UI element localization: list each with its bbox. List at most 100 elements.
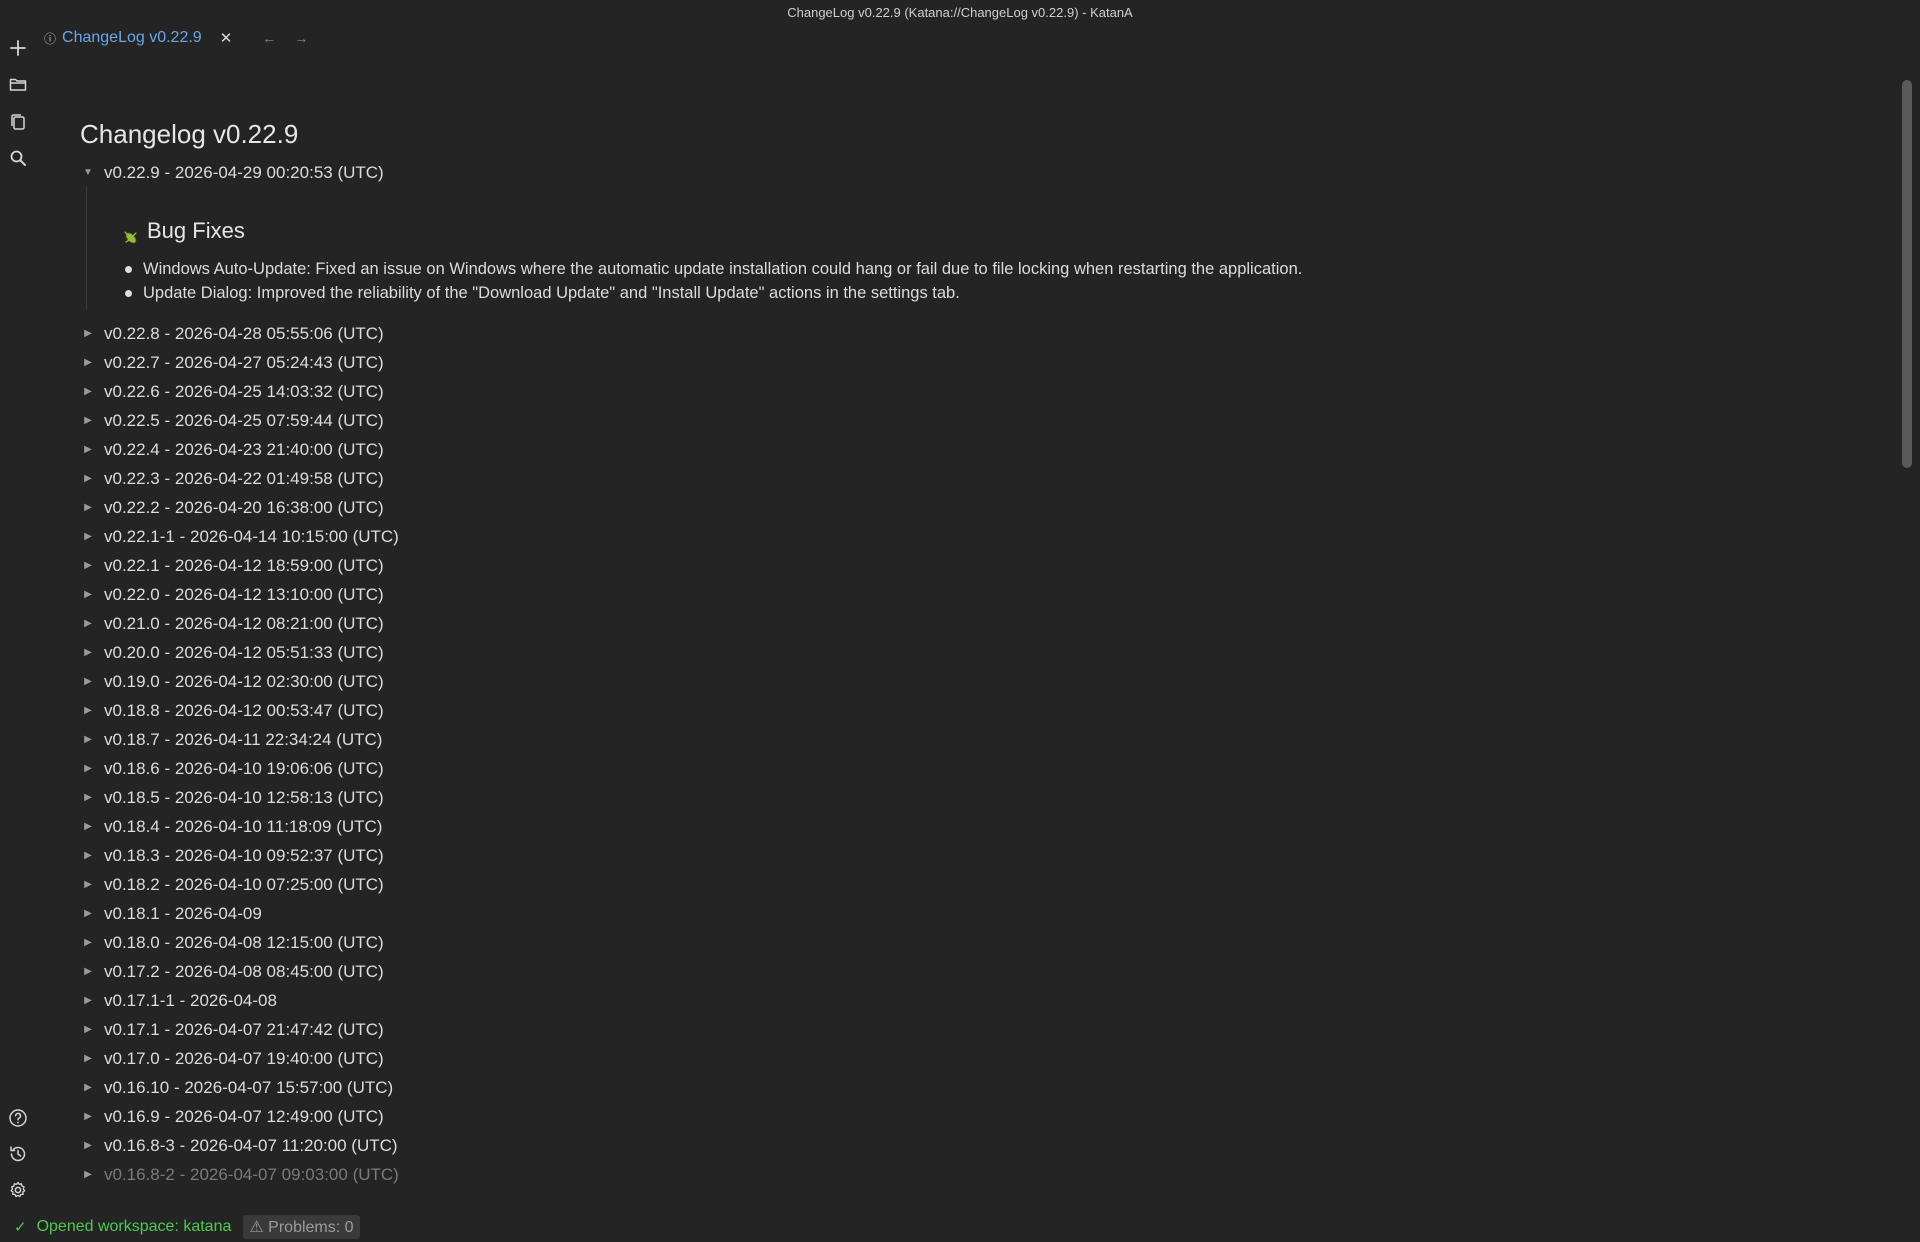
chevron-down-icon[interactable]: ▼ — [80, 158, 96, 187]
changelog-entry[interactable]: ▶ v0.22.0 - 2026-04-12 13:10:00 (UTC) — [80, 580, 1880, 609]
folder-open-icon[interactable] — [4, 70, 32, 98]
gear-icon[interactable] — [4, 1176, 32, 1204]
chevron-right-icon[interactable]: ▶ — [80, 1015, 96, 1044]
entry-label: v0.16.8-3 - 2026-04-07 11:20:00 (UTC) — [104, 1136, 398, 1155]
changelog-entry-list: ▶ v0.22.8 - 2026-04-28 05:55:06 (UTC) ▶ v0.… — [80, 319, 1880, 1189]
entry-label: v0.22.1 - 2026-04-12 18:59:00 (UTC) — [104, 556, 384, 575]
changelog-entry[interactable]: ▶ v0.22.5 - 2026-04-25 07:59:44 (UTC) — [80, 406, 1880, 435]
problems-badge[interactable]: ⚠ Problems: 0 — [243, 1215, 360, 1239]
changelog-entry[interactable]: ▶ v0.17.1-1 - 2026-04-08 — [80, 986, 1880, 1015]
changelog-entry[interactable]: ▶ v0.21.0 - 2026-04-12 08:21:00 (UTC) — [80, 609, 1880, 638]
entry-label: v0.18.3 - 2026-04-10 09:52:37 (UTC) — [104, 846, 384, 865]
changelog-entry[interactable]: ▶ v0.18.3 - 2026-04-10 09:52:37 (UTC) — [80, 841, 1880, 870]
chevron-right-icon[interactable]: ▶ — [80, 841, 96, 870]
changelog-entry[interactable]: ▶ v0.22.8 - 2026-04-28 05:55:06 (UTC) — [80, 319, 1880, 348]
changelog-entry[interactable]: ▶ v0.19.0 - 2026-04-12 02:30:00 (UTC) — [80, 667, 1880, 696]
entry-label: v0.22.6 - 2026-04-25 14:03:32 (UTC) — [104, 382, 384, 401]
chevron-right-icon[interactable]: ▶ — [80, 464, 96, 493]
changelog-entry[interactable]: ▶ v0.18.0 - 2026-04-08 12:15:00 (UTC) — [80, 928, 1880, 957]
entry-label: v0.17.0 - 2026-04-07 19:40:00 (UTC) — [104, 1049, 384, 1068]
changelog-entry[interactable]: ▶ v0.16.10 - 2026-04-07 15:57:00 (UTC) — [80, 1073, 1880, 1102]
entry-label: v0.17.1 - 2026-04-07 21:47:42 (UTC) — [104, 1020, 384, 1039]
chevron-right-icon[interactable]: ▶ — [80, 783, 96, 812]
chevron-right-icon[interactable]: ▶ — [80, 319, 96, 348]
changelog-entry[interactable]: ▶ v0.22.4 - 2026-04-23 21:40:00 (UTC) — [80, 435, 1880, 464]
search-icon[interactable] — [4, 144, 32, 172]
entry-details: Bug Fixes Windows Auto-Update: Fixed an … — [86, 187, 1880, 309]
changelog-entry[interactable]: ▶ v0.18.5 - 2026-04-10 12:58:13 (UTC) — [80, 783, 1880, 812]
changelog-entry[interactable]: ▶ v0.22.1 - 2026-04-12 18:59:00 (UTC) — [80, 551, 1880, 580]
bug-icon — [121, 221, 141, 244]
changelog-entry[interactable]: ▶ v0.16.8-3 - 2026-04-07 11:20:00 (UTC) — [80, 1131, 1880, 1160]
chevron-right-icon[interactable]: ▶ — [80, 986, 96, 1015]
scrollbar-thumb[interactable] — [1902, 80, 1912, 468]
changelog-entry[interactable]: ▶ v0.18.8 - 2026-04-12 00:53:47 (UTC) — [80, 696, 1880, 725]
changelog-entry[interactable]: ▶ v0.18.6 - 2026-04-10 19:06:06 (UTC) — [80, 754, 1880, 783]
chevron-right-icon[interactable]: ▶ — [80, 812, 96, 841]
changelog-entry[interactable]: ▶ v0.22.7 - 2026-04-27 05:24:43 (UTC) — [80, 348, 1880, 377]
chevron-right-icon[interactable]: ▶ — [80, 1044, 96, 1073]
chevron-right-icon[interactable]: ▶ — [80, 870, 96, 899]
changelog-entry[interactable]: ▶ v0.22.6 - 2026-04-25 14:03:32 (UTC) — [80, 377, 1880, 406]
tab-changelog[interactable]: ⓘ ChangeLog v0.22.9 ✕ — [36, 24, 240, 52]
copy-icon[interactable] — [4, 108, 32, 136]
chevron-right-icon[interactable]: ▶ — [80, 638, 96, 667]
entry-label: v0.17.1-1 - 2026-04-08 — [104, 991, 277, 1010]
chevron-right-icon[interactable]: ▶ — [80, 377, 96, 406]
chevron-right-icon[interactable]: ▶ — [80, 957, 96, 986]
history-icon[interactable] — [4, 1140, 32, 1168]
entry-label: v0.22.5 - 2026-04-25 07:59:44 (UTC) — [104, 411, 384, 430]
status-bar: ✓ Opened workspace: katana ⚠ Problems: 0 — [0, 1212, 1920, 1242]
chevron-right-icon[interactable]: ▶ — [80, 928, 96, 957]
entry-label: v0.17.2 - 2026-04-08 08:45:00 (UTC) — [104, 962, 384, 981]
chevron-right-icon[interactable]: ▶ — [80, 1102, 96, 1131]
tab-bar: ⓘ ChangeLog v0.22.9 ✕ ← → — [36, 24, 308, 52]
chevron-right-icon[interactable]: ▶ — [80, 1073, 96, 1102]
window-title: ChangeLog v0.22.9 (Katana://ChangeLog v0… — [787, 5, 1133, 20]
chevron-right-icon[interactable]: ▶ — [80, 580, 96, 609]
chevron-right-icon[interactable]: ▶ — [80, 493, 96, 522]
list-item: Windows Auto-Update: Fixed an issue on W… — [121, 257, 1880, 281]
changelog-entry[interactable]: ▶ v0.22.2 - 2026-04-20 16:38:00 (UTC) — [80, 493, 1880, 522]
chevron-right-icon[interactable]: ▶ — [80, 1160, 96, 1189]
app-window: ChangeLog v0.22.9 (Katana://ChangeLog v0… — [0, 0, 1920, 1242]
chevron-right-icon[interactable]: ▶ — [80, 696, 96, 725]
workspace-status-text: Opened workspace: katana — [36, 1218, 232, 1235]
chevron-right-icon[interactable]: ▶ — [80, 435, 96, 464]
chevron-right-icon[interactable]: ▶ — [80, 667, 96, 696]
activity-sidebar — [0, 28, 36, 1208]
changelog-entry[interactable]: ▶ v0.18.4 - 2026-04-10 11:18:09 (UTC) — [80, 812, 1880, 841]
chevron-right-icon[interactable]: ▶ — [80, 754, 96, 783]
entry-label: v0.18.7 - 2026-04-11 22:34:24 (UTC) — [104, 730, 383, 749]
chevron-right-icon[interactable]: ▶ — [80, 725, 96, 754]
changelog-entry[interactable]: ▶ v0.22.3 - 2026-04-22 01:49:58 (UTC) — [80, 464, 1880, 493]
changelog-entry[interactable]: ▶ v0.16.8-2 - 2026-04-07 09:03:00 (UTC) — [80, 1160, 1880, 1189]
entry-label: v0.18.5 - 2026-04-10 12:58:13 (UTC) — [104, 788, 384, 807]
chevron-right-icon[interactable]: ▶ — [80, 899, 96, 928]
changelog-entry[interactable]: ▶ v0.17.0 - 2026-04-07 19:40:00 (UTC) — [80, 1044, 1880, 1073]
chevron-right-icon[interactable]: ▶ — [80, 522, 96, 551]
chevron-right-icon[interactable]: ▶ — [80, 406, 96, 435]
chevron-right-icon[interactable]: ▶ — [80, 1131, 96, 1160]
close-icon[interactable]: ✕ — [220, 29, 233, 47]
changelog-entry[interactable]: ▶ v0.18.1 - 2026-04-09 — [80, 899, 1880, 928]
changelog-entry[interactable]: ▶ v0.17.1 - 2026-04-07 21:47:42 (UTC) — [80, 1015, 1880, 1044]
changelog-entry[interactable]: ▶ v0.20.0 - 2026-04-12 05:51:33 (UTC) — [80, 638, 1880, 667]
changelog-entry[interactable]: ▶ v0.16.9 - 2026-04-07 12:49:00 (UTC) — [80, 1102, 1880, 1131]
entry-label: v0.22.1-1 - 2026-04-14 10:15:00 (UTC) — [104, 527, 399, 546]
plus-icon[interactable] — [4, 34, 32, 62]
section-heading: Bug Fixes — [121, 211, 1880, 251]
changelog-entry[interactable]: ▶ v0.17.2 - 2026-04-08 08:45:00 (UTC) — [80, 957, 1880, 986]
changelog-entry[interactable]: ▶ v0.18.2 - 2026-04-10 07:25:00 (UTC) — [80, 870, 1880, 899]
back-arrow-icon[interactable]: ← — [262, 30, 276, 46]
forward-arrow-icon[interactable]: → — [294, 30, 308, 46]
chevron-right-icon[interactable]: ▶ — [80, 348, 96, 377]
entry-label: v0.16.9 - 2026-04-07 12:49:00 (UTC) — [104, 1107, 384, 1126]
chevron-right-icon[interactable]: ▶ — [80, 609, 96, 638]
chevron-right-icon[interactable]: ▶ — [80, 551, 96, 580]
page-title: Changelog v0.22.9 — [80, 119, 299, 149]
help-icon[interactable] — [4, 1104, 32, 1132]
changelog-entry[interactable]: ▶ v0.18.7 - 2026-04-11 22:34:24 (UTC) — [80, 725, 1880, 754]
changelog-entry-expanded[interactable]: ▼ v0.22.9 - 2026-04-29 00:20:53 (UTC) — [80, 158, 1880, 187]
changelog-entry[interactable]: ▶ v0.22.1-1 - 2026-04-14 10:15:00 (UTC) — [80, 522, 1880, 551]
